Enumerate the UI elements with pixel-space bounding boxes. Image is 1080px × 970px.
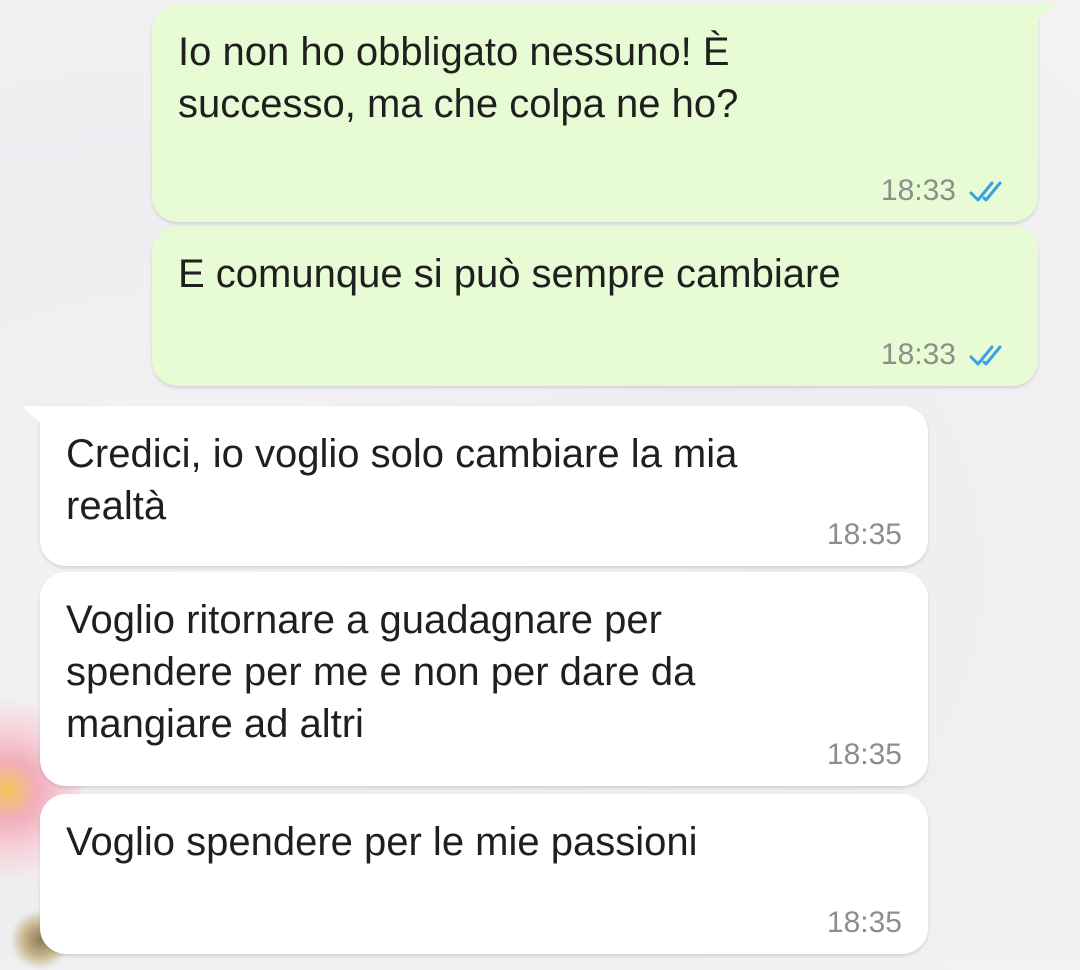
message-bubble-incoming[interactable]: Voglio ritornare a guadagnare per spende… — [40, 572, 928, 786]
message-time: 18:33 — [880, 174, 956, 207]
message-meta: 18:35 — [827, 738, 902, 772]
message-text: Voglio spendere per le mie passioni — [66, 816, 902, 868]
message-bubble-outgoing[interactable]: Io non ho obbligato nessuno! È successo,… — [152, 4, 1056, 222]
message-bubble-incoming[interactable]: Credici, io voglio solo cambiare la mia … — [22, 406, 928, 566]
message-time: 18:33 — [880, 338, 956, 371]
message-line: spendere per me e non per dare da — [66, 650, 696, 694]
message-line: Voglio ritornare a guadagnare per — [66, 598, 662, 642]
message-text: E comunque si può sempre cambiare — [178, 248, 1012, 300]
double-check-icon — [969, 181, 1002, 202]
message-meta: 18:33 — [881, 174, 1012, 208]
message-text: Credici, io voglio solo cambiare la mia … — [66, 428, 902, 532]
bubble-tail — [1030, 4, 1056, 28]
double-check-icon — [969, 345, 1002, 366]
message-time: 18:35 — [826, 738, 902, 771]
message-line: realtà — [66, 484, 167, 528]
message-line: Voglio spendere per le mie passioni — [66, 820, 698, 864]
message-text: Voglio ritornare a guadagnare per spende… — [66, 594, 902, 750]
message-time: 18:35 — [826, 518, 902, 551]
message-bubble-incoming[interactable]: Voglio spendere per le mie passioni 18:3… — [40, 794, 928, 954]
message-text: Io non ho obbligato nessuno! È successo,… — [178, 26, 1012, 130]
message-line: E comunque si può sempre cambiare — [178, 252, 841, 296]
message-line: Io non ho obbligato nessuno! È — [178, 30, 730, 74]
message-meta: 18:33 — [881, 338, 1012, 372]
message-meta: 18:35 — [827, 518, 902, 552]
message-meta: 18:35 — [827, 906, 902, 940]
message-line: mangiare ad altri — [66, 702, 364, 746]
message-line: successo, ma che colpa ne ho? — [178, 82, 739, 126]
message-time: 18:35 — [826, 906, 902, 939]
message-bubble-outgoing[interactable]: E comunque si può sempre cambiare 18:33 — [152, 226, 1038, 386]
message-line: Credici, io voglio solo cambiare la mia — [66, 432, 738, 476]
bubble-tail — [22, 406, 48, 430]
